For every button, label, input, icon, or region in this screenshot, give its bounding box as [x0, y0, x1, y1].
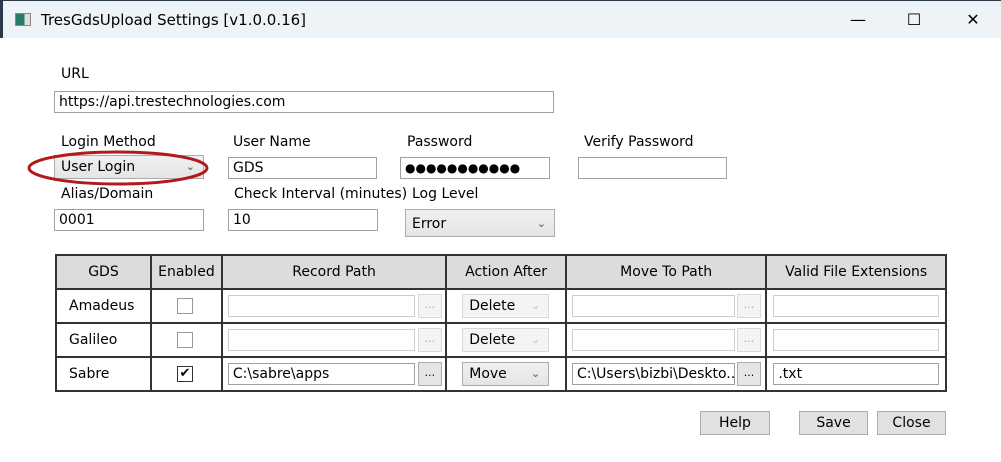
header-valid-extensions: Valid File Extensions: [765, 254, 947, 290]
enabled-cell: ✔: [149, 356, 223, 392]
header-action-after: Action After: [445, 254, 567, 290]
record-path-input[interactable]: C:\sabre\apps: [227, 363, 415, 385]
action-after-value: Delete: [469, 332, 516, 348]
gds-name: Galileo: [55, 322, 152, 358]
enabled-checkbox[interactable]: ✔: [176, 366, 193, 382]
enabled-cell: [149, 288, 223, 324]
move-to-path-cell: ...: [564, 288, 768, 324]
action-after-cell: Delete ⌄: [445, 288, 567, 324]
extensions-input[interactable]: [773, 329, 940, 351]
minimize-button[interactable]: —: [843, 9, 873, 31]
chevron-down-icon: ⌄: [531, 333, 541, 346]
maximize-button[interactable]: ☐: [899, 9, 929, 31]
move-to-path-input[interactable]: [571, 329, 735, 351]
alias-input[interactable]: 0001: [54, 209, 204, 231]
action-after-cell: Delete ⌄: [445, 322, 567, 358]
header-record-path: Record Path: [220, 254, 448, 290]
verify-password-input[interactable]: [578, 157, 727, 179]
user-name-label: User Name: [233, 134, 311, 150]
interval-input[interactable]: 10: [228, 209, 378, 231]
extensions-input[interactable]: .txt: [773, 363, 940, 385]
verify-password-label: Verify Password: [584, 134, 694, 150]
extensions-cell: [765, 322, 947, 358]
close-button[interactable]: Close: [877, 411, 946, 435]
extensions-cell: [765, 288, 947, 324]
help-button[interactable]: Help: [700, 411, 770, 435]
action-after-select[interactable]: Delete ⌄: [462, 294, 550, 318]
window-title: TresGdsUpload Settings [v1.0.0.16]: [41, 11, 307, 29]
header-move-to-path: Move To Path: [564, 254, 768, 290]
user-name-input[interactable]: GDS: [228, 157, 377, 179]
chevron-down-icon: ⌄: [531, 299, 541, 312]
action-after-value: Move: [469, 366, 507, 382]
chevron-down-icon: ⌄: [536, 217, 546, 230]
gds-table: GDS Enabled Record Path Action After Mov…: [55, 254, 947, 392]
record-path-browse-button[interactable]: ...: [417, 362, 442, 386]
table-row: Sabre ✔ C:\sabre\apps ... Move ⌄ C:\Users…: [55, 356, 947, 392]
password-label: Password: [407, 134, 473, 150]
red-annotation-ellipse: [27, 150, 209, 186]
chevron-down-icon: ⌄: [531, 367, 541, 380]
extensions-input[interactable]: [773, 295, 940, 317]
move-to-path-input[interactable]: C:\Users\bizbi\Deskto...: [571, 363, 735, 385]
record-path-input[interactable]: [227, 329, 415, 351]
record-path-cell: ...: [220, 322, 448, 358]
enabled-checkbox[interactable]: [176, 298, 193, 314]
app-icon: [15, 13, 31, 26]
record-path-browse-button[interactable]: ...: [417, 294, 442, 318]
log-level-label: Log Level: [412, 186, 479, 202]
record-path-input[interactable]: [227, 295, 415, 317]
record-path-browse-button[interactable]: ...: [417, 328, 442, 352]
extensions-cell: .txt: [765, 356, 947, 392]
header-gds: GDS: [55, 254, 152, 290]
move-to-path-cell: ...: [564, 322, 768, 358]
password-input[interactable]: ●●●●●●●●●●●: [400, 157, 550, 179]
move-to-path-cell: C:\Users\bizbi\Deskto... ...: [564, 356, 768, 392]
enabled-checkbox[interactable]: [176, 332, 193, 348]
action-after-select[interactable]: Delete ⌄: [462, 328, 550, 352]
log-level-select[interactable]: Error ⌄: [405, 209, 555, 237]
move-to-path-browse-button[interactable]: ...: [736, 328, 761, 352]
move-to-path-browse-button[interactable]: ...: [736, 362, 761, 386]
log-level-value: Error: [412, 216, 447, 232]
gds-name: Sabre: [55, 356, 152, 392]
table-row: Galileo ... Delete ⌄ ...: [55, 322, 947, 358]
title-bar[interactable]: TresGdsUpload Settings [v1.0.0.16] — ☐ ✕: [0, 0, 1001, 38]
table-header-row: GDS Enabled Record Path Action After Mov…: [55, 254, 947, 290]
action-after-cell: Move ⌄: [445, 356, 567, 392]
save-button[interactable]: Save: [799, 411, 868, 435]
close-window-button[interactable]: ✕: [958, 9, 988, 31]
interval-label: Check Interval (minutes): [234, 186, 408, 202]
gds-name: Amadeus: [55, 288, 152, 324]
alias-label: Alias/Domain: [61, 186, 154, 202]
header-enabled: Enabled: [149, 254, 223, 290]
table-row: Amadeus ... Delete ⌄ ...: [55, 288, 947, 324]
url-label: URL: [61, 66, 89, 82]
url-input[interactable]: https://api.trestechnologies.com: [54, 91, 554, 113]
move-to-path-browse-button[interactable]: ...: [736, 294, 761, 318]
enabled-cell: [149, 322, 223, 358]
record-path-cell: ...: [220, 288, 448, 324]
action-after-value: Delete: [469, 298, 516, 314]
action-after-select[interactable]: Move ⌄: [462, 362, 550, 386]
record-path-cell: C:\sabre\apps ...: [220, 356, 448, 392]
move-to-path-input[interactable]: [571, 295, 735, 317]
